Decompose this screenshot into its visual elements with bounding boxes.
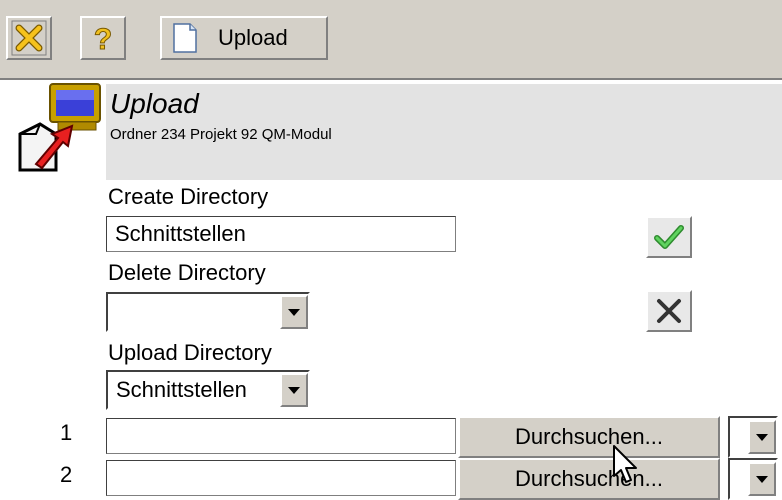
file-option-dropdown-button[interactable]: [748, 462, 776, 496]
chevron-down-icon: [756, 433, 768, 441]
delete-directory-dropdown-button[interactable]: [280, 295, 308, 329]
file-option-dropdown-button[interactable]: [748, 420, 776, 454]
upload-directory-selected: Schnittstellen: [116, 377, 247, 402]
browse-button[interactable]: Durchsuchen...: [458, 458, 720, 500]
svg-text:?: ?: [94, 23, 112, 56]
create-directory-confirm-button[interactable]: [646, 216, 692, 258]
file-path-input[interactable]: [106, 460, 456, 496]
delete-directory-button[interactable]: [646, 290, 692, 332]
chevron-down-icon: [288, 308, 300, 316]
page-title: Upload: [110, 88, 199, 119]
file-row-number: 2: [60, 462, 73, 487]
upload-computer-icon: [18, 83, 101, 172]
header-panel: Upload Ordner 234 Projekt 92 QM-Modul: [106, 84, 782, 180]
upload-directory-dropdown-button[interactable]: [280, 373, 308, 407]
upload-directory-label: Upload Directory: [108, 340, 272, 365]
close-button[interactable]: [6, 16, 52, 60]
help-icon: ?: [93, 23, 112, 57]
file-option-select[interactable]: [728, 416, 778, 458]
chevron-down-icon: [288, 386, 300, 394]
upload-button-label: Upload: [218, 25, 288, 50]
file-row-number: 1: [60, 420, 73, 445]
x-icon: [657, 299, 681, 323]
document-icon: [173, 23, 197, 53]
create-directory-input[interactable]: [106, 216, 456, 252]
delete-directory-label: Delete Directory: [108, 260, 266, 285]
browse-button[interactable]: Durchsuchen...: [458, 416, 720, 458]
file-option-select[interactable]: [728, 458, 778, 500]
toolbar: ? Upload: [0, 0, 782, 80]
close-icon: [11, 20, 47, 56]
upload-directory-select[interactable]: Schnittstellen: [106, 370, 310, 410]
chevron-down-icon: [756, 475, 768, 483]
delete-directory-select[interactable]: [106, 292, 310, 332]
file-path-input[interactable]: [106, 418, 456, 454]
help-button[interactable]: ?: [80, 16, 126, 60]
page-subtitle: Ordner 234 Projekt 92 QM-Modul: [110, 126, 332, 143]
create-directory-label: Create Directory: [108, 184, 269, 209]
upload-button[interactable]: Upload: [160, 16, 328, 60]
checkmark-icon: [654, 225, 684, 249]
